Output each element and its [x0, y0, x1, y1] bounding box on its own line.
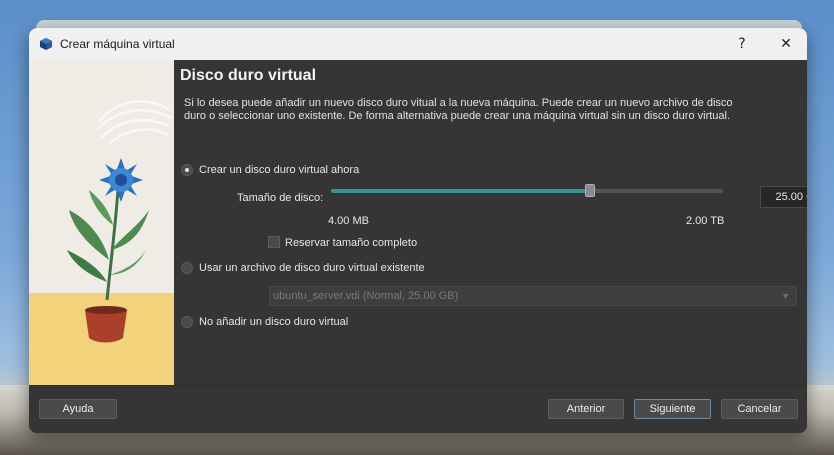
slider-handle[interactable] — [584, 184, 595, 197]
page-title: Disco duro virtual — [180, 67, 317, 84]
existing-disk-value: ubuntu_server.vdi (Normal, 25.00 GB) — [273, 290, 459, 302]
cancel-button[interactable]: Cancelar — [721, 399, 798, 419]
use-existing-radio[interactable] — [181, 262, 193, 274]
back-button[interactable]: Anterior — [548, 399, 624, 419]
slider-fill — [331, 189, 590, 193]
no-disk-radio[interactable] — [181, 316, 193, 328]
existing-disk-select[interactable]: ubuntu_server.vdi (Normal, 25.00 GB) ▼ — [269, 286, 797, 306]
next-button[interactable]: Siguiente — [634, 399, 711, 419]
close-button[interactable]: ✕ — [773, 34, 799, 54]
disk-size-label: Tamaño de disco: — [237, 192, 324, 204]
title-bar: Crear máquina virtual ? ✕ — [29, 28, 807, 60]
window-title: Crear máquina virtual — [60, 37, 175, 51]
create-disk-label[interactable]: Crear un disco duro virtual ahora — [199, 164, 359, 176]
help-title-button[interactable]: ? — [732, 34, 752, 54]
button-bar: Ayuda Anterior Siguiente Cancelar — [29, 385, 807, 433]
chevron-down-icon: ▼ — [781, 291, 790, 301]
slider-min-label: 4.00 MB — [328, 215, 369, 227]
slider-max-label: 2.00 TB — [686, 215, 725, 227]
use-existing-label[interactable]: Usar un archivo de disco duro virtual ex… — [199, 262, 425, 274]
disk-size-slider[interactable] — [331, 184, 723, 197]
create-disk-radio[interactable] — [181, 164, 193, 176]
disk-size-input[interactable]: 25.00 GB — [760, 186, 807, 208]
help-button[interactable]: Ayuda — [39, 399, 117, 419]
no-disk-label[interactable]: No añadir un disco duro virtual — [199, 316, 348, 328]
virtualbox-cube-icon — [39, 37, 53, 51]
reserve-full-size-checkbox[interactable] — [268, 236, 280, 248]
create-vm-dialog: Crear máquina virtual ? ✕ Disco duro vir… — [29, 28, 807, 433]
wizard-content: Disco duro virtual Si lo desea puede aña… — [174, 60, 807, 385]
reserve-full-size-label[interactable]: Reservar tamaño completo — [285, 237, 417, 249]
wizard-illustration — [29, 60, 174, 385]
page-description: Si lo desea puede añadir un nuevo disco … — [184, 97, 733, 122]
